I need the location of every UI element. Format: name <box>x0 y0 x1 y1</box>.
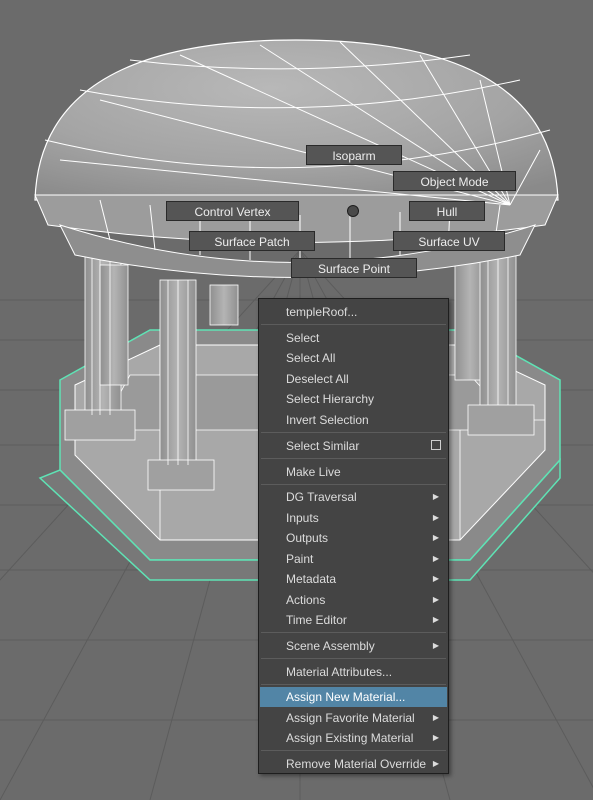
menu-item-label: Deselect All <box>286 372 349 386</box>
menu-item-label: Invert Selection <box>286 413 369 427</box>
menu-item-label: Select <box>286 331 320 345</box>
menu-item-label: Select All <box>286 351 336 365</box>
menu-item-material-attributes[interactable]: Material Attributes... <box>260 662 447 682</box>
marking-menu-center <box>347 205 359 217</box>
menu-item-select-similar[interactable]: Select Similar <box>260 436 447 456</box>
marking-object-mode[interactable]: Object Mode <box>393 171 516 191</box>
menu-item-select[interactable]: Select <box>260 328 447 348</box>
menu-header-label: templeRoof... <box>286 305 358 319</box>
menu-separator <box>261 658 446 659</box>
menu-item-label: Make Live <box>286 465 341 479</box>
menu-item-label: Metadata <box>286 572 337 586</box>
menu-item-time-editor[interactable]: Time Editor ▶ <box>260 610 447 630</box>
menu-item-scene-assembly[interactable]: Scene Assembly ▶ <box>260 636 447 656</box>
option-box-icon[interactable] <box>431 440 441 450</box>
menu-item-label: Select Similar <box>286 439 360 453</box>
menu-item-outputs[interactable]: Outputs ▶ <box>260 528 447 548</box>
menu-item-label: Outputs <box>286 531 329 545</box>
menu-item-label: Remove Material Override <box>286 757 427 771</box>
menu-item-dg-traversal[interactable]: DG Traversal ▶ <box>260 487 447 507</box>
submenu-arrow-icon: ▶ <box>432 533 439 542</box>
menu-item-label: Inputs <box>286 511 319 525</box>
submenu-arrow-icon: ▶ <box>432 595 439 604</box>
menu-item-select-hierarchy[interactable]: Select Hierarchy <box>260 389 447 409</box>
submenu-arrow-icon: ▶ <box>432 759 439 768</box>
submenu-arrow-icon: ▶ <box>432 615 439 624</box>
viewport-3d[interactable]: Isoparm Object Mode Control Vertex Hull … <box>0 0 593 800</box>
menu-separator <box>261 632 446 633</box>
menu-separator <box>261 458 446 459</box>
menu-item-assign-favorite-material[interactable]: Assign Favorite Material ▶ <box>260 708 447 728</box>
submenu-arrow-icon: ▶ <box>432 574 439 583</box>
submenu-arrow-icon: ▶ <box>432 492 439 501</box>
menu-item-actions[interactable]: Actions ▶ <box>260 590 447 610</box>
menu-item-label: Paint <box>286 552 314 566</box>
submenu-arrow-icon: ▶ <box>432 713 439 722</box>
menu-item-label: Time Editor <box>286 613 347 627</box>
menu-item-label: Assign Favorite Material <box>286 711 415 725</box>
marking-surface-uv[interactable]: Surface UV <box>393 231 505 251</box>
menu-item-remove-material-override[interactable]: Remove Material Override ▶ <box>260 754 447 774</box>
menu-item-metadata[interactable]: Metadata ▶ <box>260 569 447 589</box>
menu-item-label: Actions <box>286 593 326 607</box>
submenu-arrow-icon: ▶ <box>432 554 439 563</box>
menu-header-object[interactable]: templeRoof... <box>260 302 447 322</box>
marking-control-vertex[interactable]: Control Vertex <box>166 201 299 221</box>
menu-item-label: Material Attributes... <box>286 665 393 679</box>
marking-surface-patch[interactable]: Surface Patch <box>189 231 315 251</box>
menu-item-label: Scene Assembly <box>286 639 375 653</box>
menu-item-inputs[interactable]: Inputs ▶ <box>260 508 447 528</box>
menu-item-assign-existing-material[interactable]: Assign Existing Material ▶ <box>260 728 447 748</box>
menu-item-label: Assign New Material... <box>286 690 406 704</box>
menu-item-make-live[interactable]: Make Live <box>260 462 447 482</box>
menu-item-select-all[interactable]: Select All <box>260 348 447 368</box>
menu-item-invert-selection[interactable]: Invert Selection <box>260 410 447 430</box>
submenu-arrow-icon: ▶ <box>432 513 439 522</box>
menu-item-label: Assign Existing Material <box>286 731 414 745</box>
menu-item-deselect-all[interactable]: Deselect All <box>260 369 447 389</box>
menu-item-paint[interactable]: Paint ▶ <box>260 549 447 569</box>
menu-item-label: Select Hierarchy <box>286 392 375 406</box>
menu-separator <box>261 432 446 433</box>
menu-separator <box>261 684 446 685</box>
menu-separator <box>261 750 446 751</box>
submenu-arrow-icon: ▶ <box>432 641 439 650</box>
marking-isoparm[interactable]: Isoparm <box>306 145 402 165</box>
marking-surface-point[interactable]: Surface Point <box>291 258 417 278</box>
marking-hull[interactable]: Hull <box>409 201 485 221</box>
menu-separator <box>261 324 446 325</box>
submenu-arrow-icon: ▶ <box>432 733 439 742</box>
menu-item-assign-new-material[interactable]: Assign New Material... <box>260 687 447 707</box>
menu-item-label: DG Traversal <box>286 490 357 504</box>
context-menu: templeRoof... Select Select All Deselect… <box>258 298 449 774</box>
menu-separator <box>261 484 446 485</box>
